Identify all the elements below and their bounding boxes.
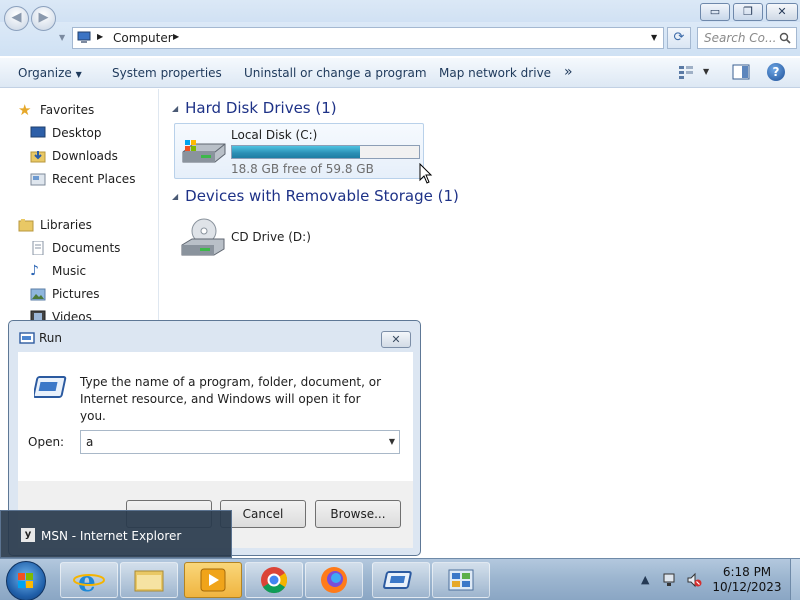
breadcrumb-separator-icon[interactable]: ▶ xyxy=(97,32,103,41)
recent-places-icon xyxy=(30,173,46,186)
forward-button[interactable]: ▶ xyxy=(31,6,56,31)
local-disk-space: 18.8 GB free of 59.8 GB xyxy=(231,162,374,176)
preview-pane-icon[interactable] xyxy=(732,64,750,80)
desktop-icon xyxy=(30,126,46,138)
taskbar-tooltip[interactable]: y MSN - Internet Explorer xyxy=(0,510,232,558)
firefox-icon xyxy=(321,567,347,593)
music-icon: ♪ xyxy=(30,263,39,279)
svg-text:e: e xyxy=(78,565,96,597)
minimize-button[interactable]: ▭ xyxy=(700,3,730,21)
close-button[interactable]: ✕ xyxy=(766,3,798,21)
system-properties-button[interactable]: System properties xyxy=(112,66,222,80)
mouse-cursor-icon xyxy=(419,163,433,184)
clock[interactable]: 6:18 PM 10/12/2023 xyxy=(712,565,782,595)
more-commands-button[interactable]: » xyxy=(564,64,573,80)
nav-favorites[interactable]: ★ Favorites xyxy=(18,101,94,119)
restore-button[interactable]: ❐ xyxy=(733,3,763,21)
taskbar-chrome[interactable] xyxy=(245,562,303,598)
back-button[interactable]: ◀ xyxy=(4,6,29,31)
libraries-icon xyxy=(18,219,34,232)
open-dropdown-icon[interactable]: ▼ xyxy=(389,437,395,446)
run-body: Type the name of a program, folder, docu… xyxy=(18,352,413,481)
media-player-icon xyxy=(200,568,226,592)
organize-dropdown-icon: ▼ xyxy=(75,70,82,79)
browse-button[interactable]: Browse... xyxy=(315,500,401,528)
nav-item-pictures[interactable]: Pictures xyxy=(30,285,100,303)
run-description: Type the name of a program, folder, docu… xyxy=(80,375,382,423)
open-input[interactable]: a ▼ xyxy=(80,430,400,454)
documents-icon xyxy=(32,241,44,255)
downloads-icon xyxy=(30,151,46,163)
clock-time: 6:18 PM xyxy=(722,565,772,579)
disk-usage-bar xyxy=(231,145,420,159)
search-input[interactable]: Search Co... xyxy=(697,27,797,49)
nav-item-music[interactable]: ♪ Music xyxy=(30,262,86,280)
nav-item-documents[interactable]: Documents xyxy=(30,239,120,257)
forward-arrow-icon: ▶ xyxy=(38,10,49,25)
map-network-drive-button[interactable]: Map network drive xyxy=(439,66,551,80)
address-dropdown-icon[interactable]: ▼ xyxy=(651,33,657,42)
collapse-triangle-icon: ◢ xyxy=(172,103,179,113)
taskbar-file-explorer[interactable] xyxy=(120,562,178,598)
uninstall-program-button[interactable]: Uninstall or change a program xyxy=(244,66,427,80)
star-icon: ★ xyxy=(18,101,32,119)
internet-explorer-icon: e xyxy=(73,565,105,598)
back-arrow-icon: ◀ xyxy=(11,10,22,25)
cd-drive-icon xyxy=(181,218,225,256)
taskbar-firefox[interactable] xyxy=(305,562,363,598)
cd-drive-d-tile[interactable]: CD Drive (D:) xyxy=(174,213,424,263)
nav-item-desktop[interactable]: Desktop xyxy=(30,124,102,142)
tooltip-text: MSN - Internet Explorer xyxy=(41,529,182,543)
search-icon xyxy=(779,32,791,44)
local-disk-name: Local Disk (C:) xyxy=(231,128,318,142)
organize-button[interactable]: Organize ▼ xyxy=(18,66,82,80)
computer-icon xyxy=(77,31,91,43)
pictures-icon xyxy=(30,288,46,301)
nav-item-downloads[interactable]: Downloads xyxy=(30,147,118,165)
taskbar-run[interactable] xyxy=(372,562,430,598)
hard-drive-icon xyxy=(182,140,226,163)
collapse-triangle-icon: ◢ xyxy=(172,191,179,201)
run-program-icon xyxy=(34,376,67,398)
run-app-icon xyxy=(383,571,412,589)
change-view-icon[interactable] xyxy=(678,65,694,79)
network-icon[interactable] xyxy=(662,572,678,588)
run-title: Run xyxy=(39,331,63,345)
taskbar-media-player[interactable] xyxy=(184,562,242,598)
breadcrumb-computer[interactable]: Computer xyxy=(113,31,173,45)
breadcrumb-chevron-icon[interactable]: ▶ xyxy=(173,32,179,41)
start-button[interactable] xyxy=(6,561,46,600)
show-hidden-icons-icon[interactable]: ▲ xyxy=(641,573,649,586)
recent-pages-chevron-icon[interactable]: ▼ xyxy=(59,33,65,42)
run-title-icon xyxy=(19,332,35,344)
taskbar-control-panel[interactable] xyxy=(432,562,490,598)
file-explorer-icon xyxy=(134,570,164,592)
cd-drive-name: CD Drive (D:) xyxy=(231,230,311,244)
volume-muted-icon[interactable] xyxy=(686,572,702,588)
removable-storage-header[interactable]: ◢ Devices with Removable Storage (1) xyxy=(172,187,459,205)
help-icon[interactable]: ? xyxy=(767,63,785,81)
open-label: Open: xyxy=(28,435,65,449)
refresh-icon[interactable]: ⟳ xyxy=(667,27,691,49)
nav-item-recent-places[interactable]: Recent Places xyxy=(30,170,135,188)
taskbar: e ▲ 6:18 PM 10/12/2023 xyxy=(0,558,800,600)
cancel-button[interactable]: Cancel xyxy=(220,500,306,528)
taskbar-internet-explorer[interactable]: e xyxy=(60,562,118,598)
windows-logo-icon xyxy=(18,573,33,588)
local-disk-c-tile[interactable]: Local Disk (C:) 18.8 GB free of 59.8 GB xyxy=(174,123,424,179)
control-panel-icon xyxy=(448,569,474,591)
nav-libraries[interactable]: Libraries xyxy=(18,216,92,234)
clock-date: 10/12/2023 xyxy=(712,580,782,594)
address-bar[interactable]: ▶ Computer ▶ ▼ xyxy=(72,27,664,49)
show-desktop-button[interactable] xyxy=(790,559,800,600)
view-dropdown-icon[interactable]: ▼ xyxy=(703,67,709,76)
disk-usage-fill xyxy=(232,146,361,158)
chrome-icon xyxy=(261,567,288,594)
run-close-button[interactable]: ✕ xyxy=(381,331,411,348)
hard-disk-drives-header[interactable]: ◢ Hard Disk Drives (1) xyxy=(172,99,337,117)
msn-icon: y xyxy=(21,528,35,542)
